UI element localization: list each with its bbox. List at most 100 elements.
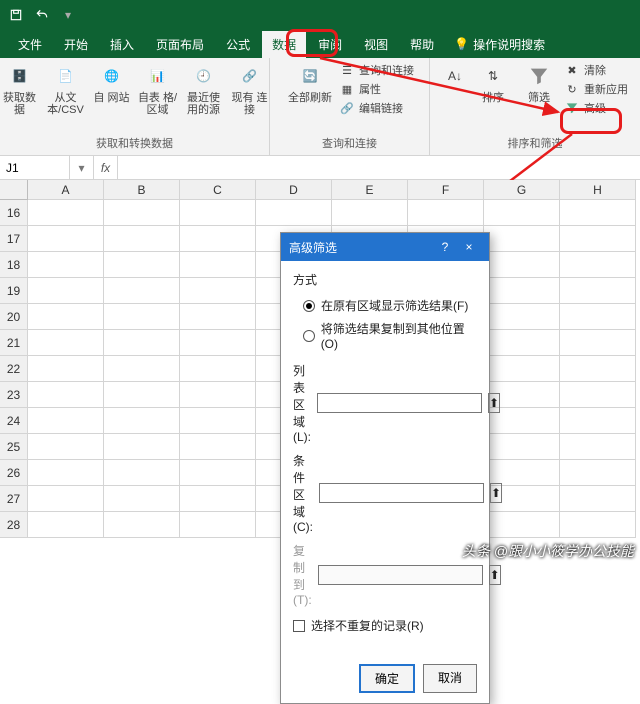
cell[interactable] [180, 330, 256, 356]
cell[interactable] [484, 252, 560, 278]
row-header[interactable]: 25 [0, 434, 28, 460]
cell[interactable] [104, 278, 180, 304]
row-header[interactable]: 17 [0, 226, 28, 252]
tell-me-search[interactable]: 💡 操作说明搜索 [454, 36, 545, 53]
cell[interactable] [408, 200, 484, 226]
tab-view[interactable]: 视图 [354, 31, 398, 58]
close-button[interactable]: × [457, 240, 481, 254]
range-picker-button[interactable]: ⬆ [489, 565, 501, 585]
advanced-filter-button[interactable]: 高级 [564, 100, 628, 116]
cell[interactable] [180, 200, 256, 226]
cell[interactable] [484, 512, 560, 538]
row-header[interactable]: 28 [0, 512, 28, 538]
cell[interactable] [104, 356, 180, 382]
cell[interactable] [104, 330, 180, 356]
radio-copy-to[interactable]: 将筛选结果复制到其他位置(O) [293, 317, 477, 354]
cell[interactable] [560, 304, 636, 330]
row-header[interactable]: 16 [0, 200, 28, 226]
cell[interactable] [104, 408, 180, 434]
cell[interactable] [560, 330, 636, 356]
help-button[interactable]: ? [433, 240, 457, 254]
select-all-corner[interactable] [0, 180, 28, 200]
tab-home[interactable]: 开始 [54, 31, 98, 58]
cell[interactable] [484, 330, 560, 356]
cell[interactable] [180, 408, 256, 434]
recent-sources-button[interactable]: 🕘最近使 用的源 [183, 62, 225, 116]
name-box-dropdown-icon[interactable]: ▾ [70, 156, 94, 179]
tab-review[interactable]: 审阅 [308, 31, 352, 58]
cell[interactable] [560, 486, 636, 512]
tab-insert[interactable]: 插入 [100, 31, 144, 58]
clear-filter-button[interactable]: ✖清除 [564, 62, 628, 78]
existing-conn-button[interactable]: 🔗现有 连接 [229, 62, 271, 116]
cell[interactable] [28, 226, 104, 252]
cell[interactable] [180, 226, 256, 252]
column-header[interactable]: G [484, 180, 560, 200]
cell[interactable] [560, 200, 636, 226]
edit-links-button[interactable]: 🔗编辑链接 [339, 100, 414, 116]
cell[interactable] [484, 304, 560, 330]
cell[interactable] [180, 434, 256, 460]
column-header[interactable]: B [104, 180, 180, 200]
properties-button[interactable]: ▦属性 [339, 81, 414, 97]
tab-file[interactable]: 文件 [8, 31, 52, 58]
cell[interactable] [484, 434, 560, 460]
cell[interactable] [560, 460, 636, 486]
cell[interactable] [332, 200, 408, 226]
column-header[interactable]: F [408, 180, 484, 200]
cell[interactable] [560, 278, 636, 304]
cancel-button[interactable]: 取消 [423, 664, 477, 693]
get-data-button[interactable]: 🗄️获取数 据 [0, 62, 41, 116]
cell[interactable] [180, 382, 256, 408]
row-header[interactable]: 18 [0, 252, 28, 278]
cell[interactable] [28, 252, 104, 278]
cell[interactable] [104, 486, 180, 512]
cell[interactable] [28, 382, 104, 408]
row-header[interactable]: 26 [0, 460, 28, 486]
from-table-button[interactable]: 📊自表 格/区域 [137, 62, 179, 116]
cell[interactable] [484, 200, 560, 226]
cell[interactable] [484, 226, 560, 252]
redo-dropdown-icon[interactable]: ▾ [60, 7, 76, 23]
cell[interactable] [104, 512, 180, 538]
tab-data[interactable]: 数据 [262, 31, 306, 58]
row-header[interactable]: 27 [0, 486, 28, 512]
cell[interactable] [180, 278, 256, 304]
refresh-all-button[interactable]: 🔄全部刷新 [285, 62, 335, 104]
sort-asc-button[interactable]: A↓ [442, 62, 468, 90]
column-header[interactable]: C [180, 180, 256, 200]
cell[interactable] [560, 382, 636, 408]
row-header[interactable]: 22 [0, 356, 28, 382]
radio-filter-in-place[interactable]: 在原有区域显示筛选结果(F) [293, 294, 477, 317]
cell[interactable] [104, 226, 180, 252]
tab-layout[interactable]: 页面布局 [146, 31, 214, 58]
column-header[interactable]: E [332, 180, 408, 200]
unique-checkbox-row[interactable]: 选择不重复的记录(R) [293, 617, 477, 634]
cell[interactable] [560, 434, 636, 460]
cell[interactable] [28, 512, 104, 538]
cell[interactable] [180, 460, 256, 486]
row-header[interactable]: 21 [0, 330, 28, 356]
from-csv-button[interactable]: 📄从文 本/CSV [45, 62, 87, 116]
cell[interactable] [180, 304, 256, 330]
name-box[interactable]: J1 [0, 156, 70, 179]
row-header[interactable]: 24 [0, 408, 28, 434]
cell[interactable] [104, 200, 180, 226]
reapply-button[interactable]: ↻重新应用 [564, 81, 628, 97]
cell[interactable] [484, 356, 560, 382]
queries-conn-button[interactable]: ☰查询和连接 [339, 62, 414, 78]
cell[interactable] [28, 434, 104, 460]
cell[interactable] [28, 200, 104, 226]
cell[interactable] [180, 486, 256, 512]
column-header[interactable]: A [28, 180, 104, 200]
row-header[interactable]: 20 [0, 304, 28, 330]
column-header[interactable]: D [256, 180, 332, 200]
cell[interactable] [28, 486, 104, 512]
range-picker-button[interactable]: ⬆ [490, 483, 502, 503]
cell[interactable] [104, 304, 180, 330]
cell[interactable] [560, 356, 636, 382]
sort-button[interactable]: ⇅排序 [472, 62, 514, 104]
cell[interactable] [28, 330, 104, 356]
cell[interactable] [28, 356, 104, 382]
cell[interactable] [28, 460, 104, 486]
